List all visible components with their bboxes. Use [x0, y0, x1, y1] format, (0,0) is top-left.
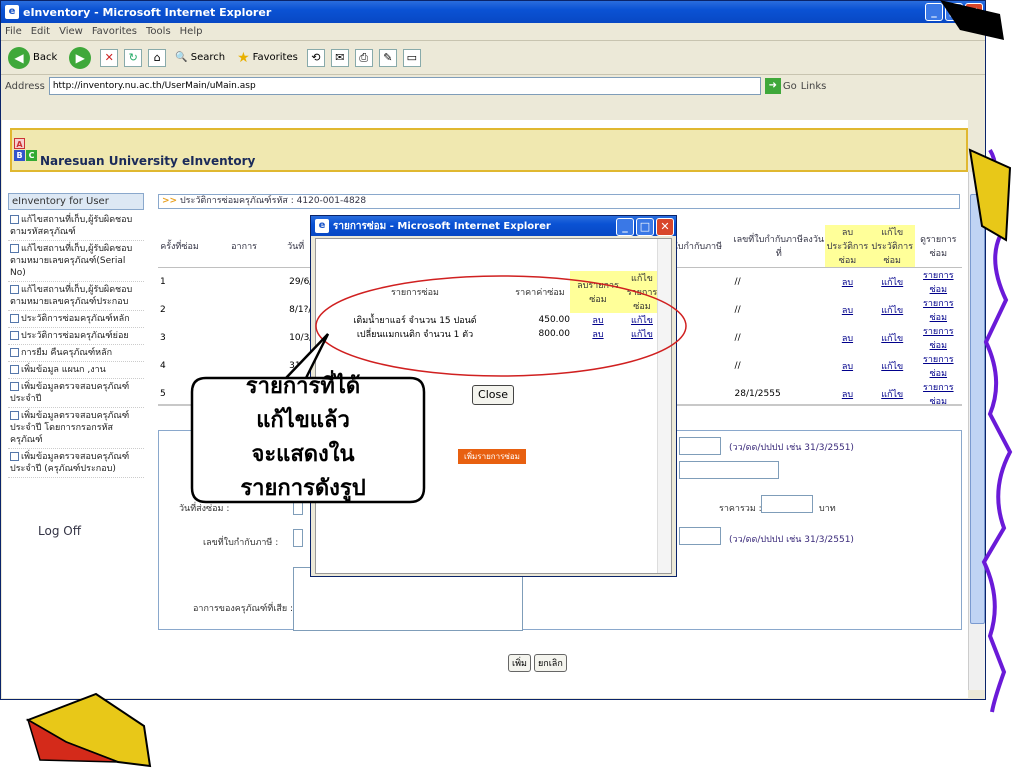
annotation-overlay — [25, 0, 1013, 768]
highlight-ellipse — [315, 275, 687, 377]
corner-decoration — [940, 0, 1004, 40]
callout-text: รายการที่ได้ แก้ไขแล้ว จะแสดงใน รายการดั… — [240, 374, 366, 501]
pencil-decoration-icon — [968, 148, 1012, 242]
